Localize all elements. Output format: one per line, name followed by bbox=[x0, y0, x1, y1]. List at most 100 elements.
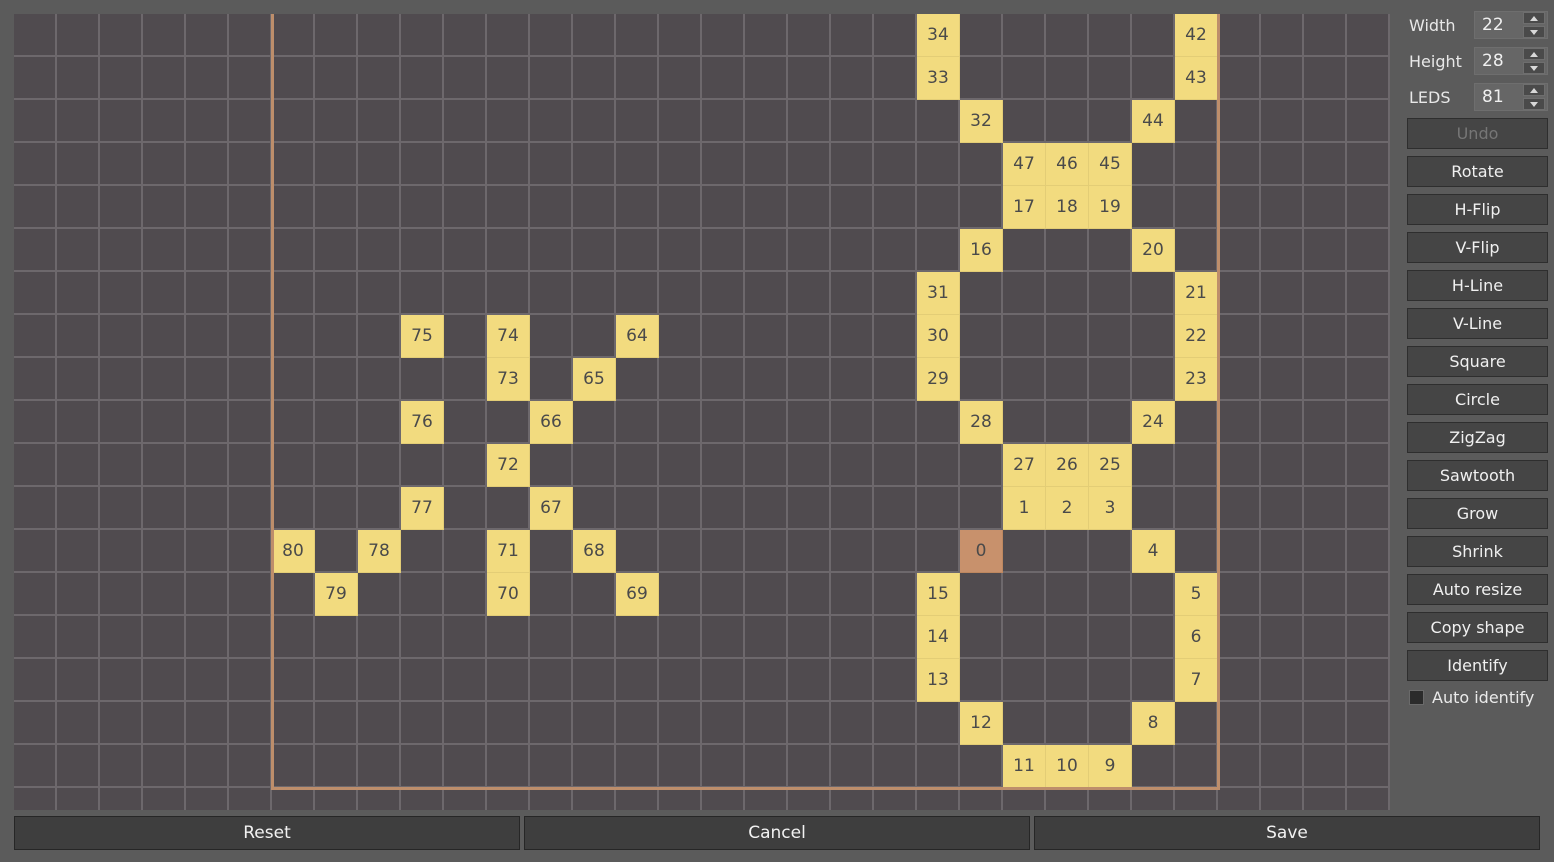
grid-cell[interactable] bbox=[1304, 616, 1347, 659]
grid-cell[interactable] bbox=[401, 530, 444, 573]
grid-cell[interactable] bbox=[874, 702, 917, 745]
grid-cell[interactable] bbox=[315, 100, 358, 143]
grid-cell[interactable] bbox=[831, 14, 874, 57]
led-cell[interactable]: 80 bbox=[272, 530, 315, 573]
grid-cell[interactable] bbox=[229, 573, 272, 616]
grid-cell[interactable] bbox=[745, 315, 788, 358]
led-cell[interactable]: 16 bbox=[960, 229, 1003, 272]
led-cell[interactable]: 77 bbox=[401, 487, 444, 530]
grid-cell[interactable] bbox=[659, 487, 702, 530]
grid-cell[interactable] bbox=[917, 530, 960, 573]
grid-cell[interactable] bbox=[1003, 100, 1046, 143]
grid-cell[interactable] bbox=[745, 444, 788, 487]
grid-cell[interactable] bbox=[100, 57, 143, 100]
grid-cell[interactable] bbox=[960, 272, 1003, 315]
led-cell[interactable]: 64 bbox=[616, 315, 659, 358]
grid-cell[interactable] bbox=[1132, 315, 1175, 358]
grid-cell[interactable] bbox=[444, 272, 487, 315]
grid-cell[interactable] bbox=[272, 444, 315, 487]
grid-cell[interactable] bbox=[917, 444, 960, 487]
grid-cell[interactable] bbox=[917, 186, 960, 229]
grid-cell[interactable] bbox=[702, 229, 745, 272]
grid-cell[interactable] bbox=[1132, 272, 1175, 315]
grid-cell[interactable] bbox=[358, 272, 401, 315]
grid-cell[interactable] bbox=[960, 573, 1003, 616]
grid-cell[interactable] bbox=[100, 745, 143, 788]
grid-cell[interactable] bbox=[272, 573, 315, 616]
grid-cell[interactable] bbox=[831, 616, 874, 659]
grid-cell[interactable] bbox=[1218, 444, 1261, 487]
grid-cell[interactable] bbox=[1175, 487, 1218, 530]
grid-cell[interactable] bbox=[1261, 487, 1304, 530]
grid-cell[interactable] bbox=[100, 315, 143, 358]
grid-cell[interactable] bbox=[143, 315, 186, 358]
grid-cell[interactable] bbox=[831, 444, 874, 487]
button-square[interactable]: Square bbox=[1407, 346, 1548, 377]
grid-cell[interactable] bbox=[788, 100, 831, 143]
grid-cell[interactable] bbox=[1089, 616, 1132, 659]
button-h-line[interactable]: H-Line bbox=[1407, 270, 1548, 301]
grid-cell[interactable] bbox=[831, 315, 874, 358]
grid-cell[interactable] bbox=[1304, 186, 1347, 229]
grid-cell[interactable] bbox=[401, 186, 444, 229]
grid-cell[interactable] bbox=[1261, 100, 1304, 143]
grid-cell[interactable] bbox=[745, 401, 788, 444]
grid-cell[interactable] bbox=[917, 702, 960, 745]
led-cell[interactable]: 67 bbox=[530, 487, 573, 530]
grid-cell[interactable] bbox=[143, 401, 186, 444]
grid-cell[interactable] bbox=[57, 530, 100, 573]
grid-cell[interactable] bbox=[1175, 702, 1218, 745]
grid-cell[interactable] bbox=[1304, 745, 1347, 788]
grid-cell[interactable] bbox=[1261, 659, 1304, 702]
grid-cell[interactable] bbox=[1089, 530, 1132, 573]
grid-cell[interactable] bbox=[1347, 272, 1390, 315]
grid-cell[interactable] bbox=[702, 315, 745, 358]
grid-cell[interactable] bbox=[573, 57, 616, 100]
grid-cell[interactable] bbox=[487, 659, 530, 702]
grid-cell[interactable] bbox=[874, 315, 917, 358]
led-cell[interactable]: 18 bbox=[1046, 186, 1089, 229]
led-cell[interactable]: 78 bbox=[358, 530, 401, 573]
grid-cell[interactable] bbox=[1046, 401, 1089, 444]
grid-cell[interactable] bbox=[444, 315, 487, 358]
grid-cell[interactable] bbox=[14, 745, 57, 788]
grid-cell[interactable] bbox=[14, 401, 57, 444]
led-cell[interactable]: 30 bbox=[917, 315, 960, 358]
grid-cell[interactable] bbox=[229, 100, 272, 143]
grid-cell[interactable] bbox=[487, 272, 530, 315]
grid-cell[interactable] bbox=[143, 229, 186, 272]
grid-cell[interactable] bbox=[1132, 14, 1175, 57]
grid-cell[interactable] bbox=[143, 530, 186, 573]
grid-cell[interactable] bbox=[788, 487, 831, 530]
led-cell[interactable]: 28 bbox=[960, 401, 1003, 444]
grid-cell[interactable] bbox=[272, 358, 315, 401]
grid-cell[interactable] bbox=[1003, 315, 1046, 358]
button-circle[interactable]: Circle bbox=[1407, 384, 1548, 415]
led-cell[interactable]: 69 bbox=[616, 573, 659, 616]
grid-cell[interactable] bbox=[530, 659, 573, 702]
grid-cell[interactable] bbox=[444, 14, 487, 57]
grid-cell[interactable] bbox=[659, 358, 702, 401]
grid-cell[interactable] bbox=[143, 186, 186, 229]
grid-cell[interactable] bbox=[186, 487, 229, 530]
grid-cell[interactable] bbox=[530, 14, 573, 57]
grid-cell[interactable] bbox=[1003, 14, 1046, 57]
grid-cell[interactable] bbox=[57, 315, 100, 358]
grid-cell[interactable] bbox=[57, 487, 100, 530]
grid-cell[interactable] bbox=[530, 100, 573, 143]
grid-cell[interactable] bbox=[229, 616, 272, 659]
button-grow[interactable]: Grow bbox=[1407, 498, 1548, 529]
grid-cell[interactable] bbox=[143, 57, 186, 100]
grid-cell[interactable] bbox=[444, 143, 487, 186]
grid-cell[interactable] bbox=[14, 186, 57, 229]
led-cell[interactable]: 1 bbox=[1003, 487, 1046, 530]
grid-cell[interactable] bbox=[1046, 14, 1089, 57]
grid-cell[interactable] bbox=[14, 57, 57, 100]
grid-cell[interactable] bbox=[487, 229, 530, 272]
grid-cell[interactable] bbox=[444, 530, 487, 573]
spinner-value-height[interactable]: 28 bbox=[1475, 51, 1523, 71]
button-cancel[interactable]: Cancel bbox=[524, 816, 1030, 850]
led-cell[interactable]: 46 bbox=[1046, 143, 1089, 186]
grid-cell[interactable] bbox=[1089, 401, 1132, 444]
grid-cell[interactable] bbox=[14, 616, 57, 659]
